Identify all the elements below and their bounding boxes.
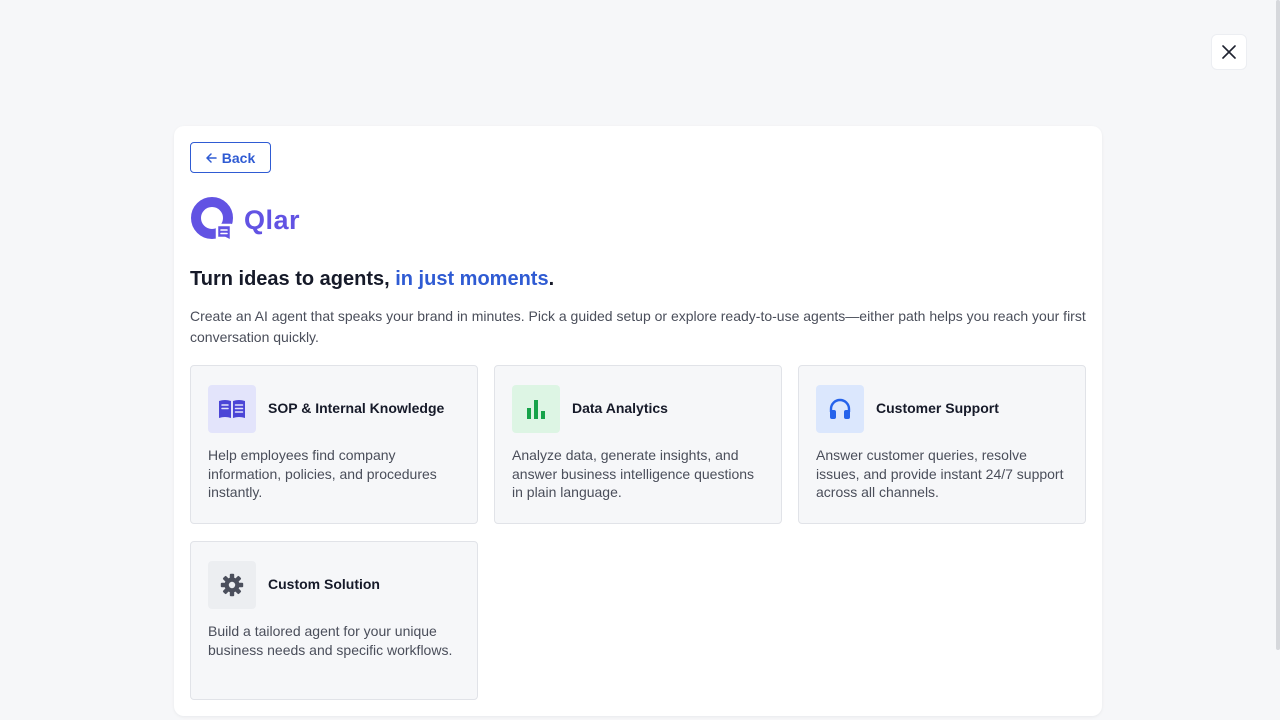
- card-icon-container: [208, 385, 256, 433]
- back-button-label: Back: [221, 149, 256, 166]
- card-icon-container: [512, 385, 560, 433]
- card-title: Custom Solution: [268, 576, 380, 592]
- arrow-left-icon: [206, 152, 217, 163]
- card-sop-internal-knowledge[interactable]: SOP & Internal Knowledge Help employees …: [190, 365, 478, 524]
- brand-logo: Qlar: [190, 196, 300, 244]
- card-custom-solution[interactable]: Custom Solution Build a tailored agent f…: [190, 541, 478, 700]
- onboarding-panel: Back Qlar Turn ideas to agents, in just …: [174, 126, 1102, 716]
- card-icon-container: [208, 561, 256, 609]
- headline-part1: Turn ideas to agents,: [190, 268, 396, 290]
- headline-accent: in just moments: [395, 268, 549, 290]
- card-description: Analyze data, generate insights, and ans…: [512, 447, 755, 500]
- card-description: Build a tailored agent for your unique b…: [208, 623, 453, 658]
- headline-end: .: [548, 268, 555, 290]
- card-data-analytics[interactable]: Data Analytics Analyze data, generate in…: [494, 365, 782, 524]
- page-description: Create an AI agent that speaks your bran…: [190, 308, 1086, 345]
- card-title: Data Analytics: [572, 400, 668, 416]
- bar-chart-icon: [527, 400, 545, 419]
- back-button[interactable]: Back: [190, 142, 271, 173]
- card-description: Answer customer queries, resolve issues,…: [816, 447, 1064, 500]
- gear-icon: [220, 573, 244, 597]
- close-icon: [1222, 45, 1236, 59]
- brand-name: Qlar: [244, 204, 301, 235]
- card-customer-support[interactable]: Customer Support Answer customer queries…: [798, 365, 1086, 524]
- card-title: SOP & Internal Knowledge: [268, 400, 445, 416]
- page-title: Turn ideas to agents, in just moments.: [190, 268, 554, 291]
- card-icon-container: [816, 385, 864, 433]
- book-icon: [219, 400, 245, 418]
- scrollbar[interactable]: [1276, 0, 1280, 650]
- qlar-logo-icon: [191, 197, 233, 243]
- card-description: Help employees find company information,…: [208, 447, 437, 500]
- close-button[interactable]: [1211, 34, 1247, 70]
- headphones-icon: [829, 398, 851, 419]
- card-title: Customer Support: [876, 400, 999, 416]
